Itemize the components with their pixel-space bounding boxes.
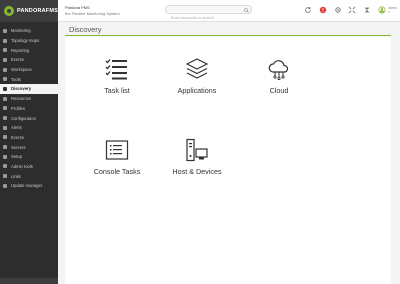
task-list-icon xyxy=(105,59,127,80)
sidebar-item-label: Topology maps xyxy=(11,38,40,44)
product-name: Pandora FMS the Flexible Monitoring Syst… xyxy=(65,5,120,16)
top-header: Pandora FMS the Flexible Monitoring Syst… xyxy=(58,0,400,22)
sidebar-item-monitoring[interactable]: Monitoring xyxy=(0,26,58,36)
sidebar-item-label: Configuration xyxy=(11,115,36,121)
user-avatar-icon xyxy=(378,6,387,15)
tile-label: Console Tasks xyxy=(93,167,141,176)
refresh-icon[interactable] xyxy=(304,6,313,15)
menu-item-icon xyxy=(3,67,7,72)
sidebar-item-label: Setup xyxy=(11,154,22,160)
page-title: Discovery xyxy=(69,25,102,34)
menu-item-icon xyxy=(3,174,7,179)
sidebar-item-label: Tools xyxy=(11,76,21,82)
menu-item-icon xyxy=(3,38,7,43)
search-input[interactable] xyxy=(166,14,242,22)
sidebar-menu: Monitoring Topology maps Reporting Events Wo… xyxy=(0,22,58,191)
product-subtitle: the Flexible Monitoring System xyxy=(65,10,120,16)
tile-label: Applications xyxy=(177,86,217,95)
menu-item-icon xyxy=(3,154,7,159)
menu-item-icon xyxy=(3,135,7,140)
search-icon[interactable] xyxy=(244,7,249,13)
user-menu[interactable]: admin ▾ xyxy=(378,6,399,15)
sidebar-item-label: Reporting xyxy=(11,47,30,53)
pandora-logo[interactable]: PANDORAFMS xyxy=(0,0,58,22)
sidebar-item-label: Workspace xyxy=(11,67,32,73)
settings-icon[interactable] xyxy=(333,6,342,15)
sidebar-item-alerts[interactable]: Alerts xyxy=(0,123,58,133)
sidebar-item-discovery[interactable]: Discovery xyxy=(0,84,58,94)
sidebar-item-tools[interactable]: Tools xyxy=(0,74,58,84)
sidebar-item-topology-maps[interactable]: Topology maps xyxy=(0,36,58,46)
sidebar-item-label: Admin tools xyxy=(11,163,33,169)
header-icons: admin ▾ xyxy=(304,4,400,16)
tile-label: Task list xyxy=(104,86,130,95)
sidebar-item-update-manager[interactable]: Update manager xyxy=(0,181,58,191)
sidebar-item-label: Update manager xyxy=(11,183,43,189)
logo-text: PANDORAFMS xyxy=(16,8,58,14)
host-devices-icon xyxy=(186,138,208,162)
sidebar-item-events[interactable]: Events xyxy=(0,55,58,65)
menu-item-icon xyxy=(3,106,7,111)
sidebar-item-label: Events xyxy=(11,134,24,140)
title-divider xyxy=(65,35,391,36)
discovery-panel: Task list Applications Cloud Console Tas… xyxy=(65,37,391,284)
sidebar-item-label: Discovery xyxy=(11,86,32,92)
sidebar-collapse-bar[interactable] xyxy=(0,278,58,284)
menu-item-icon xyxy=(3,125,7,130)
menu-item-icon xyxy=(3,183,7,188)
sidebar-item-label: Alerts xyxy=(11,125,22,131)
sidebar-item-events[interactable]: Events xyxy=(0,133,58,143)
sidebar-item-profiles[interactable]: Profiles xyxy=(0,104,58,114)
sidebar-item-servers[interactable]: Servers xyxy=(0,142,58,152)
tile-cloud[interactable]: Cloud xyxy=(249,57,309,103)
tile-applications[interactable]: Applications xyxy=(167,57,227,103)
menu-item-icon xyxy=(3,48,7,53)
layers-icon xyxy=(185,58,209,79)
sidebar-item-label: Servers xyxy=(11,144,26,150)
menu-item-icon xyxy=(3,164,7,169)
tile-task-list[interactable]: Task list xyxy=(87,57,147,103)
tile-label: Host & Devices xyxy=(172,167,222,176)
sidebar-item-resources[interactable]: Resources xyxy=(0,94,58,104)
menu-item-icon xyxy=(3,28,7,33)
sidebar-item-label: Monitoring xyxy=(11,28,31,34)
tile-host-devices[interactable]: Host & Devices xyxy=(167,138,227,184)
tile-console-tasks[interactable]: Console Tasks xyxy=(87,138,147,184)
menu-item-icon xyxy=(3,86,7,91)
sidebar-item-label: Resources xyxy=(11,96,32,102)
sidebar-item-label: Profiles xyxy=(11,105,25,111)
sidebar-item-label: Events xyxy=(11,57,24,63)
sidebar-item-label: Links xyxy=(11,173,21,179)
menu-item-icon xyxy=(3,116,7,121)
menu-item-icon xyxy=(3,145,7,150)
logo-icon xyxy=(4,6,14,16)
sidebar-item-configuration[interactable]: Configuration xyxy=(0,113,58,123)
console-icon xyxy=(105,140,129,160)
sidebar-item-setup[interactable]: Setup xyxy=(0,152,58,162)
sidebar-item-reporting[interactable]: Reporting xyxy=(0,45,58,55)
fullscreen-icon[interactable] xyxy=(348,6,357,15)
menu-item-icon xyxy=(3,57,7,62)
sidebar: PANDORAFMS Monitoring Topology maps Report… xyxy=(0,0,58,284)
sidebar-item-workspace[interactable]: Workspace xyxy=(0,65,58,75)
menu-item-icon xyxy=(3,96,7,101)
cloud-icon xyxy=(268,60,289,81)
autorefresh-icon[interactable] xyxy=(363,6,372,15)
sidebar-item-links[interactable]: Links xyxy=(0,171,58,181)
sidebar-item-admin-tools[interactable]: Admin tools xyxy=(0,162,58,172)
alert-icon[interactable] xyxy=(319,6,328,15)
user-name: admin ▾ xyxy=(388,6,397,14)
tile-label: Cloud xyxy=(269,86,289,95)
search-box xyxy=(165,5,252,22)
main-content: Discovery Task list Applications Cloud C… xyxy=(58,22,400,284)
menu-item-icon xyxy=(3,77,7,82)
